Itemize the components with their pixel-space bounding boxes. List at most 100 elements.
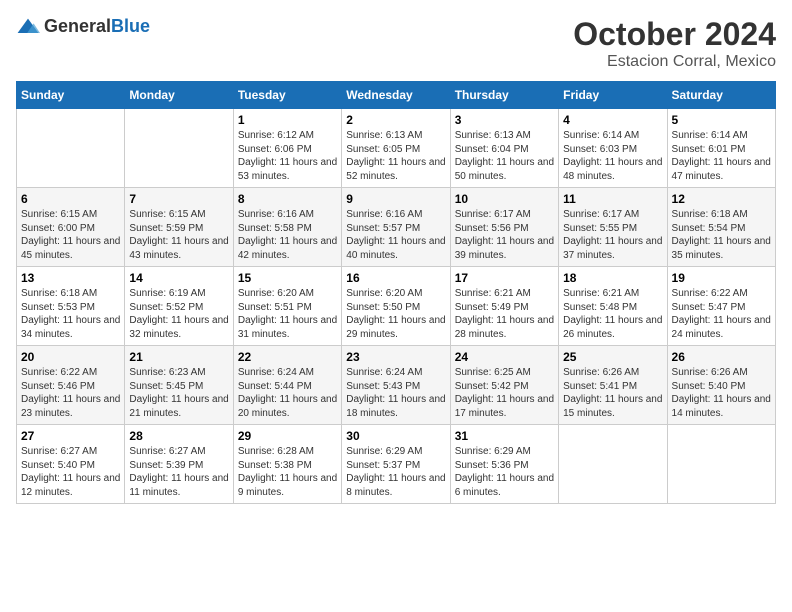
day-number: 27	[21, 429, 120, 443]
calendar-week-row: 20 Sunrise: 6:22 AM Sunset: 5:46 PM Dayli…	[17, 346, 776, 425]
day-info: Sunrise: 6:23 AM Sunset: 5:45 PM Dayligh…	[129, 366, 228, 420]
day-number: 4	[563, 113, 662, 127]
day-number: 19	[672, 271, 771, 285]
calendar-week-row: 6 Sunrise: 6:15 AM Sunset: 6:00 PM Daylig…	[17, 188, 776, 267]
calendar-cell	[17, 109, 125, 188]
calendar-day-header: Wednesday	[342, 82, 450, 109]
day-number: 28	[129, 429, 228, 443]
day-info: Sunrise: 6:28 AM Sunset: 5:38 PM Dayligh…	[238, 445, 337, 499]
day-info: Sunrise: 6:19 AM Sunset: 5:52 PM Dayligh…	[129, 287, 228, 341]
day-number: 6	[21, 192, 120, 206]
calendar-cell: 9Sunrise: 6:16 AM Sunset: 5:57 PM Daylig…	[342, 188, 450, 267]
calendar-cell: 31Sunrise: 6:29 AM Sunset: 5:36 PM Dayli…	[450, 425, 558, 504]
calendar-day-header: Tuesday	[233, 82, 341, 109]
day-number: 13	[21, 271, 120, 285]
calendar-body: 1 Sunrise: 6:12 AM Sunset: 6:06 PM Daylig…	[17, 109, 776, 504]
calendar-cell: 21Sunrise: 6:23 AM Sunset: 5:45 PM Dayli…	[125, 346, 233, 425]
day-info: Sunrise: 6:14 AM Sunset: 6:03 PM Dayligh…	[563, 129, 662, 183]
day-info: Sunrise: 6:26 AM Sunset: 5:40 PM Dayligh…	[672, 366, 771, 420]
day-info: Sunrise: 6:21 AM Sunset: 5:49 PM Dayligh…	[455, 287, 554, 341]
calendar-cell: 12 Sunrise: 6:18 AM Sunset: 5:54 PM Dayli…	[667, 188, 775, 267]
calendar-cell: 7Sunrise: 6:15 AM Sunset: 5:59 PM Daylig…	[125, 188, 233, 267]
calendar-cell: 14 Sunrise: 6:19 AM Sunset: 5:52 PM Dayli…	[125, 267, 233, 346]
day-number: 22	[238, 350, 337, 364]
day-info: Sunrise: 6:13 AM Sunset: 6:05 PM Dayligh…	[346, 129, 445, 183]
calendar-day-header: Monday	[125, 82, 233, 109]
day-info: Sunrise: 6:17 AM Sunset: 5:56 PM Dayligh…	[455, 208, 554, 262]
calendar-cell: 23 Sunrise: 6:24 AM Sunset: 5:43 PM Dayli…	[342, 346, 450, 425]
calendar-cell: 3Sunrise: 6:13 AM Sunset: 6:04 PM Daylig…	[450, 109, 558, 188]
day-number: 25	[563, 350, 662, 364]
logo-icon	[16, 17, 40, 37]
calendar-cell: 27 Sunrise: 6:27 AM Sunset: 5:40 PM Dayli…	[17, 425, 125, 504]
calendar-week-row: 1 Sunrise: 6:12 AM Sunset: 6:06 PM Daylig…	[17, 109, 776, 188]
logo-text-general: General	[44, 16, 111, 36]
logo-text-blue: Blue	[111, 16, 150, 36]
day-number: 15	[238, 271, 337, 285]
day-info: Sunrise: 6:14 AM Sunset: 6:01 PM Dayligh…	[672, 129, 771, 183]
day-info: Sunrise: 6:22 AM Sunset: 5:47 PM Dayligh…	[672, 287, 771, 341]
day-number: 26	[672, 350, 771, 364]
calendar-cell: 26 Sunrise: 6:26 AM Sunset: 5:40 PM Dayli…	[667, 346, 775, 425]
day-number: 5	[672, 113, 771, 127]
day-info: Sunrise: 6:18 AM Sunset: 5:54 PM Dayligh…	[672, 208, 771, 262]
day-number: 10	[455, 192, 554, 206]
day-number: 12	[672, 192, 771, 206]
calendar-cell: 16Sunrise: 6:20 AM Sunset: 5:50 PM Dayli…	[342, 267, 450, 346]
day-info: Sunrise: 6:16 AM Sunset: 5:57 PM Dayligh…	[346, 208, 445, 262]
location-title: Estacion Corral, Mexico	[573, 53, 776, 71]
day-number: 29	[238, 429, 337, 443]
calendar-day-header: Sunday	[17, 82, 125, 109]
day-info: Sunrise: 6:20 AM Sunset: 5:51 PM Dayligh…	[238, 287, 337, 341]
day-number: 14	[129, 271, 228, 285]
day-number: 2	[346, 113, 445, 127]
day-number: 24	[455, 350, 554, 364]
day-info: Sunrise: 6:16 AM Sunset: 5:58 PM Dayligh…	[238, 208, 337, 262]
calendar-cell: 17 Sunrise: 6:21 AM Sunset: 5:49 PM Dayli…	[450, 267, 558, 346]
day-number: 1	[238, 113, 337, 127]
calendar-cell: 10 Sunrise: 6:17 AM Sunset: 5:56 PM Dayli…	[450, 188, 558, 267]
calendar-cell	[559, 425, 667, 504]
day-number: 18	[563, 271, 662, 285]
day-info: Sunrise: 6:17 AM Sunset: 5:55 PM Dayligh…	[563, 208, 662, 262]
day-number: 11	[563, 192, 662, 206]
calendar-cell: 25Sunrise: 6:26 AM Sunset: 5:41 PM Dayli…	[559, 346, 667, 425]
calendar-cell: 11 Sunrise: 6:17 AM Sunset: 5:55 PM Dayli…	[559, 188, 667, 267]
day-number: 16	[346, 271, 445, 285]
calendar-cell: 4 Sunrise: 6:14 AM Sunset: 6:03 PM Daylig…	[559, 109, 667, 188]
day-number: 17	[455, 271, 554, 285]
calendar-cell	[667, 425, 775, 504]
day-info: Sunrise: 6:29 AM Sunset: 5:36 PM Dayligh…	[455, 445, 554, 499]
calendar-cell: 24 Sunrise: 6:25 AM Sunset: 5:42 PM Dayli…	[450, 346, 558, 425]
day-info: Sunrise: 6:15 AM Sunset: 6:00 PM Dayligh…	[21, 208, 120, 262]
calendar-cell: 30 Sunrise: 6:29 AM Sunset: 5:37 PM Dayli…	[342, 425, 450, 504]
calendar-day-header: Friday	[559, 82, 667, 109]
logo: GeneralBlue	[16, 16, 150, 37]
calendar-cell: 18Sunrise: 6:21 AM Sunset: 5:48 PM Dayli…	[559, 267, 667, 346]
calendar-week-row: 13Sunrise: 6:18 AM Sunset: 5:53 PM Dayli…	[17, 267, 776, 346]
day-info: Sunrise: 6:25 AM Sunset: 5:42 PM Dayligh…	[455, 366, 554, 420]
day-info: Sunrise: 6:22 AM Sunset: 5:46 PM Dayligh…	[21, 366, 120, 420]
calendar-day-header: Saturday	[667, 82, 775, 109]
day-number: 8	[238, 192, 337, 206]
calendar-cell: 5 Sunrise: 6:14 AM Sunset: 6:01 PM Daylig…	[667, 109, 775, 188]
calendar-cell: 15 Sunrise: 6:20 AM Sunset: 5:51 PM Dayli…	[233, 267, 341, 346]
day-number: 20	[21, 350, 120, 364]
calendar-header-row: SundayMondayTuesdayWednesdayThursdayFrid…	[17, 82, 776, 109]
day-number: 30	[346, 429, 445, 443]
title-area: October 2024 Estacion Corral, Mexico	[573, 16, 776, 71]
day-number: 3	[455, 113, 554, 127]
day-number: 23	[346, 350, 445, 364]
day-info: Sunrise: 6:29 AM Sunset: 5:37 PM Dayligh…	[346, 445, 445, 499]
day-info: Sunrise: 6:27 AM Sunset: 5:39 PM Dayligh…	[129, 445, 228, 499]
day-info: Sunrise: 6:27 AM Sunset: 5:40 PM Dayligh…	[21, 445, 120, 499]
calendar-cell: 8 Sunrise: 6:16 AM Sunset: 5:58 PM Daylig…	[233, 188, 341, 267]
calendar-cell: 19 Sunrise: 6:22 AM Sunset: 5:47 PM Dayli…	[667, 267, 775, 346]
calendar-cell: 6 Sunrise: 6:15 AM Sunset: 6:00 PM Daylig…	[17, 188, 125, 267]
calendar-day-header: Thursday	[450, 82, 558, 109]
calendar-cell: 22Sunrise: 6:24 AM Sunset: 5:44 PM Dayli…	[233, 346, 341, 425]
day-info: Sunrise: 6:24 AM Sunset: 5:43 PM Dayligh…	[346, 366, 445, 420]
calendar-cell: 13Sunrise: 6:18 AM Sunset: 5:53 PM Dayli…	[17, 267, 125, 346]
day-info: Sunrise: 6:12 AM Sunset: 6:06 PM Dayligh…	[238, 129, 337, 183]
day-number: 7	[129, 192, 228, 206]
